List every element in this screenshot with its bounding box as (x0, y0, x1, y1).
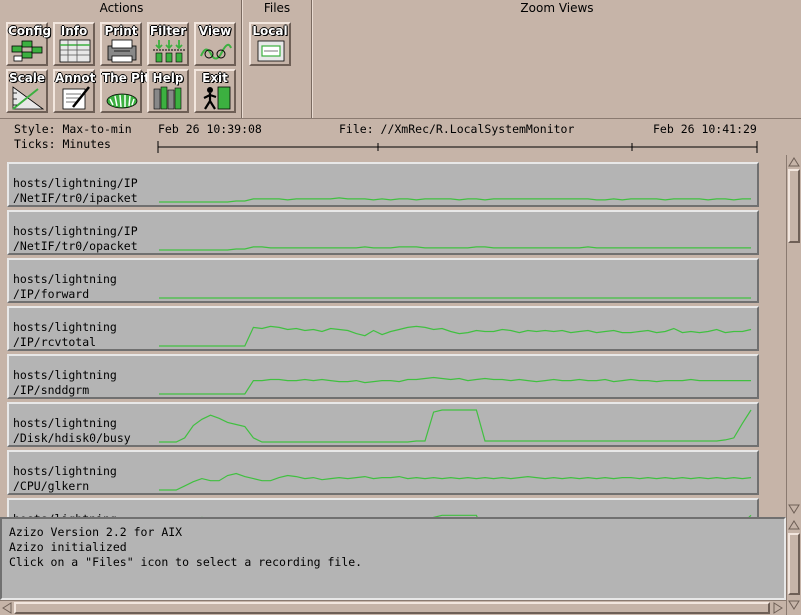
graph-header: Style: Max-to-min Ticks: Minutes Feb 26 … (0, 118, 801, 155)
graph-row[interactable]: hosts/lightning/Disk/hdisk0/xfer (7, 498, 759, 517)
graph-row[interactable]: hosts/lightning/IP/NetIF/tr0/opacket (7, 210, 759, 255)
top-panel: Actions Files Zoom Views Config Info Pri… (0, 0, 801, 118)
help-button[interactable]: Help (147, 69, 189, 113)
message-area: Azizo Version 2.2 for AIX Azizo initiali… (0, 517, 786, 600)
filter-icon (153, 40, 185, 63)
graph-plot (159, 297, 751, 299)
zoom-views-title: Zoom Views (520, 1, 594, 15)
graph-scrollbar[interactable] (786, 155, 800, 517)
graph-row[interactable]: hosts/lightning/IP/forward (7, 258, 759, 303)
time-ruler (157, 141, 758, 153)
scroll-down-icon[interactable] (788, 503, 800, 515)
message-line: Click on a "Files" icon to select a reco… (9, 555, 363, 569)
graph-row[interactable]: hosts/lightning/IP/snddgrm (7, 354, 759, 399)
local-file-icon (257, 40, 285, 62)
graph-series-line (159, 246, 751, 251)
printer-icon (107, 39, 137, 63)
the-pit-button[interactable]: The Pit (100, 69, 150, 113)
message-horizontal-scrollbar[interactable] (0, 600, 786, 615)
scale-button[interactable]: Scale (6, 69, 48, 113)
annotate-icon (62, 86, 90, 110)
pit-icon (106, 93, 138, 109)
message-line: Azizo Version 2.2 for AIX (9, 525, 183, 539)
graph-plot (159, 376, 751, 395)
config-icon (11, 40, 43, 62)
graph-row[interactable]: hosts/lightning/IP/rcvtotal (7, 306, 759, 351)
exit-icon (203, 86, 231, 110)
scroll-thumb[interactable] (788, 533, 800, 595)
graph-series-line (159, 197, 751, 203)
view-icon (200, 43, 232, 60)
graph-series-line (159, 325, 752, 347)
graph-plot (159, 472, 752, 491)
config-button[interactable]: Config (6, 22, 51, 66)
message-line: Azizo initialized (9, 540, 127, 554)
graph-plot (159, 246, 751, 251)
scroll-thumb[interactable] (14, 602, 770, 614)
help-icon (153, 86, 182, 110)
scroll-left-icon[interactable] (1, 602, 13, 614)
graph-list: hosts/lightning/IP/NetIF/tr0/ipacket host… (0, 155, 786, 517)
graph-series-line (159, 376, 751, 395)
graph-series-line (159, 472, 752, 491)
exit-button[interactable]: Exit (194, 69, 236, 113)
info-icon (59, 39, 91, 63)
actions-title: Actions (99, 1, 144, 15)
graph-plot (159, 197, 751, 203)
info-button[interactable]: Info (53, 22, 95, 66)
graph-plot (159, 409, 752, 443)
filter-button[interactable]: Filter (147, 22, 189, 66)
graph-row[interactable]: hosts/lightning/IP/NetIF/tr0/ipacket (7, 162, 759, 207)
scroll-up-icon[interactable] (788, 156, 800, 168)
graph-plot (159, 325, 752, 347)
local-files-button[interactable]: Local (249, 22, 291, 66)
annot-button[interactable]: Annot (53, 69, 95, 113)
view-button[interactable]: View (194, 22, 236, 66)
message-scrollbar[interactable] (786, 517, 800, 615)
scale-icon (12, 86, 45, 110)
files-title: Files (263, 1, 291, 15)
graph-series-line (159, 409, 752, 443)
scroll-up-icon[interactable] (788, 519, 800, 531)
graph-plot (201, 514, 752, 517)
separator (311, 0, 313, 118)
graph-row[interactable]: hosts/lightning/Disk/hdisk0/busy (7, 402, 759, 447)
graph-row[interactable]: hosts/lightning/CPU/glkern (7, 450, 759, 495)
scroll-down-icon[interactable] (788, 599, 800, 611)
scroll-thumb[interactable] (788, 169, 800, 243)
scroll-right-icon[interactable] (772, 602, 784, 614)
separator (241, 0, 243, 118)
print-button[interactable]: Print (100, 22, 142, 66)
